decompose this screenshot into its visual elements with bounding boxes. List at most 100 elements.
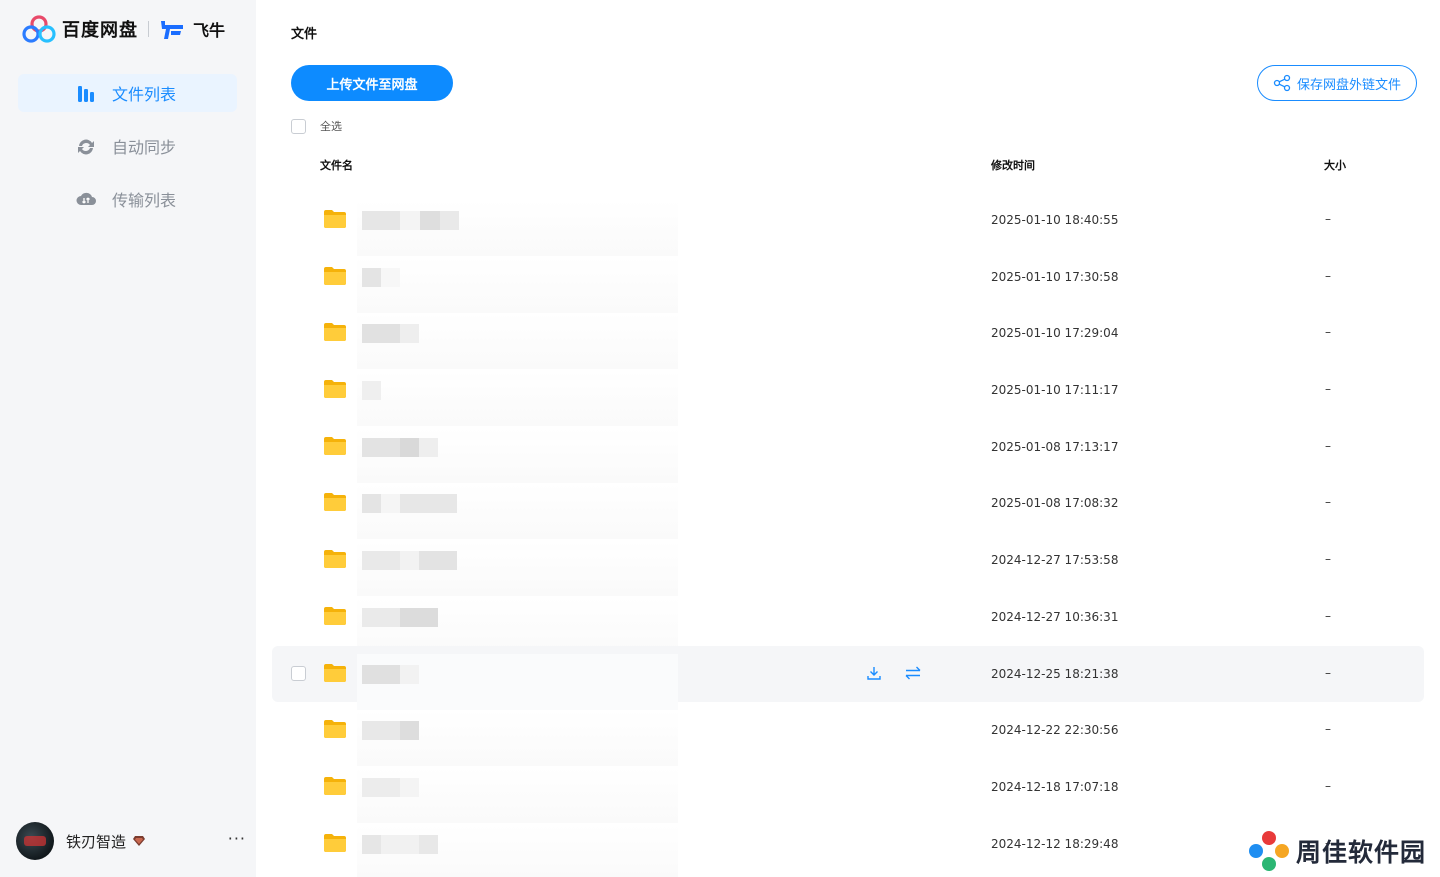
avatar[interactable]	[16, 822, 54, 860]
file-name-blurred[interactable]	[362, 551, 457, 571]
download-icon[interactable]	[865, 664, 883, 682]
folder-icon	[324, 266, 346, 285]
select-all[interactable]: 全选	[291, 118, 342, 134]
cloud-transfer-icon	[76, 192, 96, 205]
column-header-name[interactable]: 文件名	[320, 157, 353, 173]
folder-icon	[324, 720, 346, 739]
folder-icon	[324, 380, 346, 399]
table-row[interactable]: 2025-01-10 17:11:17 –	[272, 362, 1424, 427]
page-title: 文件	[291, 27, 318, 42]
user-name: 铁刃智造	[66, 832, 127, 851]
modified-time: 2024-12-12 18:29:48	[991, 836, 1119, 851]
table-row[interactable]: 2025-01-10 18:40:55 –	[272, 192, 1424, 256]
file-size: –	[1325, 778, 1331, 793]
table-row[interactable]: 2025-01-08 17:13:17 –	[272, 419, 1424, 483]
file-name-blurred[interactable]	[362, 664, 419, 684]
file-name-blurred[interactable]	[362, 267, 400, 287]
main-panel: 文件 上传文件至网盘 保存网盘外链文件 全选 文件名 修改时间 大小 2025-…	[256, 0, 1440, 877]
sidebar: 百度网盘 飞牛 文件列表 自动同步 传输列表 铁刃智造 ···	[0, 0, 256, 877]
share-link-icon	[1273, 74, 1291, 92]
table-row[interactable]: 2024-12-25 18:21:38 –	[272, 645, 1424, 710]
file-name-redacted-area	[357, 256, 678, 313]
sidebar-item-auto-sync[interactable]: 自动同步	[18, 127, 237, 165]
file-name-redacted-area	[357, 370, 678, 427]
file-name-blurred[interactable]	[362, 381, 381, 401]
folder-icon	[324, 436, 346, 455]
app-window: 百度网盘 飞牛 文件列表 自动同步 传输列表 铁刃智造 ··· 文件 上传文件至…	[0, 0, 1440, 877]
folder-icon	[324, 663, 346, 682]
modified-time: 2024-12-18 17:07:18	[991, 779, 1119, 794]
upload-to-netdisk-button[interactable]: 上传文件至网盘	[291, 65, 453, 101]
modified-time: 2024-12-27 17:53:58	[991, 553, 1119, 568]
modified-time: 2025-01-10 18:40:55	[991, 213, 1119, 227]
select-all-checkbox[interactable]	[291, 118, 306, 134]
file-size: –	[1325, 608, 1331, 623]
table-row[interactable]: 2025-01-10 17:30:58 –	[272, 249, 1424, 313]
file-name-blurred[interactable]	[362, 324, 419, 344]
table-row[interactable]: 2024-12-18 17:07:18 –	[272, 759, 1424, 823]
file-name-blurred[interactable]	[362, 834, 438, 854]
modified-time: 2024-12-27 10:36:31	[991, 609, 1119, 624]
modified-time: 2025-01-08 17:08:32	[991, 496, 1119, 511]
folder-icon	[324, 833, 346, 852]
file-name-blurred[interactable]	[362, 721, 419, 741]
brand-header: 百度网盘 飞牛	[22, 14, 225, 44]
more-options-button[interactable]: ···	[228, 829, 246, 848]
file-size: –	[1325, 552, 1331, 567]
file-size: –	[1325, 212, 1331, 226]
watermark: 周佳软件园	[1246, 828, 1426, 874]
modified-time: 2024-12-22 22:30:56	[991, 723, 1119, 738]
modified-time: 2025-01-10 17:30:58	[991, 269, 1119, 284]
feiniu-logo-icon	[161, 21, 183, 39]
sidebar-item-label: 文件列表	[112, 85, 177, 104]
feiniu-name: 飞牛	[193, 21, 226, 40]
folder-icon	[324, 606, 346, 625]
baidu-netdisk-logo-icon	[22, 15, 56, 43]
file-size: –	[1325, 438, 1331, 453]
modified-time: 2025-01-08 17:13:17	[991, 439, 1119, 454]
folder-icon	[324, 323, 346, 342]
file-name-blurred[interactable]	[362, 437, 438, 457]
file-list: 2025-01-10 18:40:55 – 2025-01-10 17:30:58 –…	[272, 192, 1424, 877]
table-row[interactable]: 2025-01-08 17:08:32 –	[272, 475, 1424, 540]
user-profile[interactable]: 铁刃智造 ···	[16, 821, 248, 861]
modified-time: 2024-12-25 18:21:38	[991, 666, 1119, 681]
sync-icon	[78, 139, 94, 155]
file-size: –	[1325, 665, 1331, 680]
watermark-text: 周佳软件园	[1296, 838, 1427, 867]
modified-time: 2025-01-10 17:11:17	[991, 383, 1119, 398]
sidebar-item-label: 自动同步	[112, 138, 177, 157]
file-name-blurred[interactable]	[362, 777, 419, 797]
file-size: –	[1325, 382, 1331, 397]
file-size: –	[1325, 722, 1331, 737]
save-shared-link-label: 保存网盘外链文件	[1296, 76, 1401, 92]
file-name-blurred[interactable]	[362, 607, 438, 627]
column-header-size[interactable]: 大小	[1324, 157, 1346, 173]
file-name-blurred[interactable]	[362, 494, 457, 514]
modified-time: 2025-01-10 17:29:04	[991, 326, 1119, 341]
vip-diamond-icon	[133, 836, 146, 846]
file-size: –	[1325, 495, 1331, 510]
file-size: –	[1325, 325, 1331, 340]
folder-icon	[324, 776, 346, 795]
transfer-icon[interactable]	[904, 664, 922, 682]
brand-divider	[148, 21, 149, 37]
watermark-logo-icon	[1249, 831, 1289, 871]
row-checkbox[interactable]	[291, 665, 306, 681]
file-list-icon	[78, 86, 94, 102]
folder-icon	[324, 550, 346, 569]
sidebar-item-file-list[interactable]: 文件列表	[18, 74, 237, 112]
file-size: –	[1325, 268, 1331, 283]
table-row[interactable]: 2025-01-10 17:29:04 –	[272, 305, 1424, 370]
save-shared-link-button[interactable]: 保存网盘外链文件	[1257, 65, 1417, 101]
column-header-modified[interactable]: 修改时间	[991, 157, 1035, 173]
folder-icon	[324, 210, 346, 228]
table-row[interactable]: 2024-12-27 17:53:58 –	[272, 532, 1424, 597]
select-all-label: 全选	[320, 120, 342, 133]
table-row[interactable]: 2024-12-22 22:30:56 –	[272, 702, 1424, 767]
table-row[interactable]: 2024-12-27 10:36:31 –	[272, 589, 1424, 653]
folder-icon	[324, 493, 346, 512]
file-name-blurred[interactable]	[362, 211, 459, 230]
sidebar-item-transfer-list[interactable]: 传输列表	[18, 180, 237, 218]
sidebar-nav: 文件列表 自动同步 传输列表	[18, 74, 237, 233]
